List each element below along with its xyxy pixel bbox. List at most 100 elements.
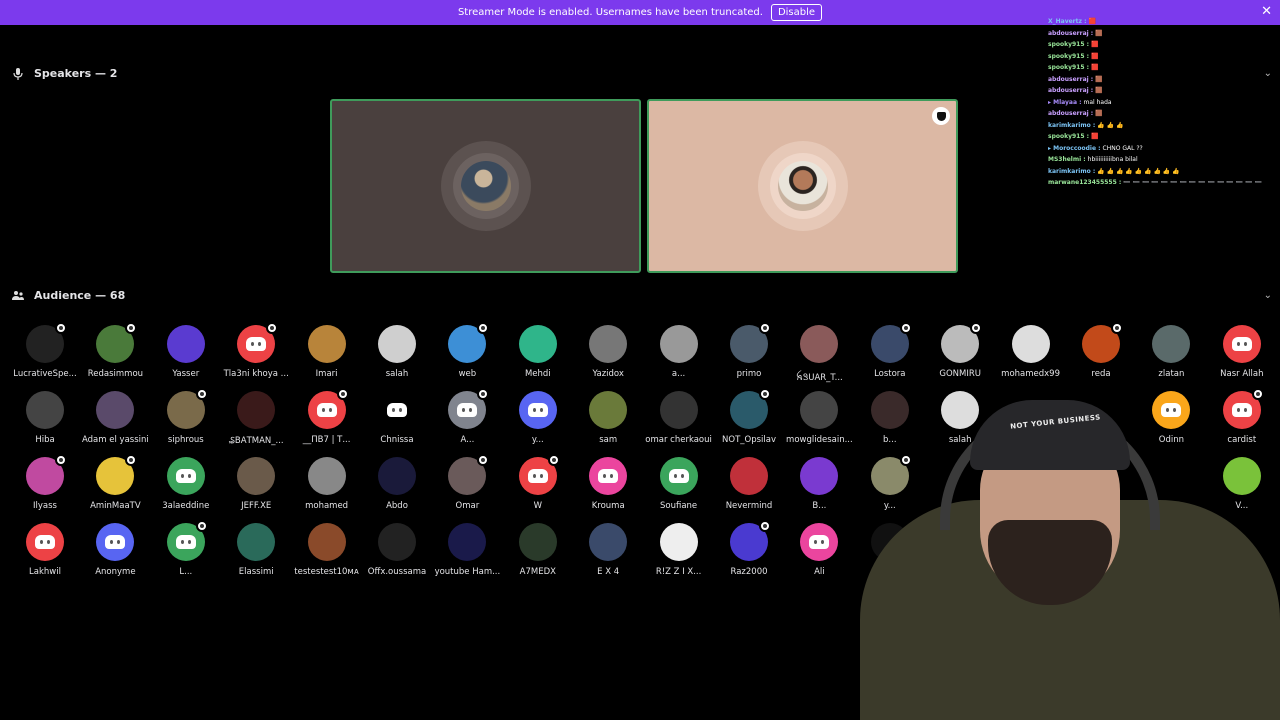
- audience-username: Ilyass: [33, 501, 57, 511]
- chevron-down-icon[interactable]: ⌄: [1264, 290, 1272, 301]
- audience-member[interactable]: W: [502, 454, 574, 511]
- audience-username: Ali: [814, 567, 825, 577]
- discord-logo-icon: [1231, 337, 1252, 351]
- audience-member[interactable]: A7MEDX: [502, 523, 574, 577]
- audience-member[interactable]: Redasimmou: [79, 322, 151, 379]
- audience-member[interactable]: sam: [572, 391, 644, 445]
- audience-username: L...: [179, 567, 193, 577]
- audience-member[interactable]: omar cherkaoui: [643, 391, 715, 445]
- audience-member[interactable]: web: [431, 322, 503, 379]
- avatar: [730, 457, 768, 495]
- audience-member[interactable]: A...: [431, 388, 503, 445]
- audience-member[interactable]: R!Z Z I X...: [643, 523, 715, 577]
- audience-username: salah: [385, 369, 409, 379]
- audience-member[interactable]: Nasr Allah: [1206, 325, 1278, 379]
- audience-member[interactable]: Hiba: [9, 391, 81, 445]
- audience-member[interactable]: ₷ΒΑΤΜΑΝ_...: [220, 391, 292, 446]
- audience-member[interactable]: Chnissa: [361, 391, 433, 445]
- speaking-ring: [757, 141, 848, 231]
- audience-member[interactable]: Anonyme: [79, 523, 151, 577]
- chat-text: 🟫: [1095, 29, 1103, 37]
- discord-logo-icon: [598, 469, 619, 483]
- discord-logo-icon: [387, 403, 407, 417]
- audience-member[interactable]: B...: [783, 457, 855, 511]
- audience-member[interactable]: Tla3ni khoya ...: [220, 322, 292, 379]
- audience-member[interactable]: y...: [502, 391, 574, 445]
- audience-username: Adam el yassini: [82, 435, 149, 445]
- audience-member[interactable]: Lakhwil: [9, 523, 81, 577]
- audience-member[interactable]: Ali: [783, 523, 855, 577]
- avatar: [96, 523, 135, 561]
- speakers-header[interactable]: Speakers — 2: [12, 67, 117, 80]
- audience-member[interactable]: L...: [150, 520, 222, 577]
- audience-member[interactable]: siphrous: [150, 388, 222, 445]
- speaker-tile[interactable]: [330, 99, 641, 273]
- audience-username: mowglidesain...: [786, 435, 853, 445]
- audience-username: Lakhwil: [29, 567, 61, 577]
- audience-username: Abdo: [386, 501, 408, 511]
- audience-member[interactable]: testestest10ᴍᴀ: [291, 523, 363, 577]
- avatar: [378, 457, 416, 495]
- audience-member[interactable]: AminMaaTV: [79, 454, 151, 511]
- avatar: [307, 523, 346, 561]
- disable-streamer-mode-button[interactable]: Disable: [770, 4, 823, 21]
- audience-member[interactable]: mowglidesain...: [783, 391, 855, 445]
- audience-username: W: [533, 501, 542, 511]
- audience-member[interactable]: Krouma: [572, 457, 644, 511]
- audience-member[interactable]: Raz2000: [713, 520, 785, 577]
- audience-member[interactable]: mohamedx99: [995, 325, 1067, 379]
- chat-message: X_Havertz : 🟥: [1048, 16, 1273, 28]
- audience-header[interactable]: Audience — 68: [12, 289, 125, 302]
- audience-member[interactable]: Lostora: [854, 322, 926, 379]
- audience-member[interactable]: youtube Ham...: [431, 523, 503, 577]
- audience-member[interactable]: mohamed: [291, 457, 363, 511]
- avatar: [448, 523, 487, 561]
- audience-member[interactable]: E X 4: [572, 523, 644, 577]
- audience-member[interactable]: GONMIRU: [924, 322, 996, 379]
- audience-member[interactable]: Soufiane: [643, 457, 715, 511]
- audience-member[interactable]: LucrativeSpe...: [9, 322, 81, 379]
- audience-member[interactable]: primo: [713, 322, 785, 379]
- chat-text: 🟥: [1091, 52, 1099, 60]
- audience-member[interactable]: Elassimi: [220, 523, 292, 577]
- audience-member[interactable]: ꫝᏕUAR_T...: [783, 325, 855, 387]
- chat-text: 🟥: [1091, 41, 1099, 48]
- audience-member[interactable]: __ΠΒ7 | Т...: [291, 388, 363, 445]
- audience-member[interactable]: salah: [361, 325, 433, 379]
- audience-member[interactable]: a...: [643, 325, 715, 379]
- audience-username: Nasr Allah: [1220, 369, 1264, 379]
- audience-member[interactable]: Abdo: [361, 457, 433, 511]
- chat-message: abdouserraj : 🟫: [1048, 74, 1273, 86]
- audience-member[interactable]: Nevermind: [713, 457, 785, 511]
- audience-member[interactable]: 3alaeddine: [150, 457, 222, 511]
- audience-member[interactable]: zlatan: [1135, 325, 1207, 379]
- audience-member[interactable]: Omar: [431, 454, 503, 511]
- audience-member[interactable]: Imari: [291, 325, 363, 379]
- audience-username: ₷ΒΑΤΜΑΝ_...: [228, 436, 284, 446]
- chat-message: spooky915 : 🟥: [1048, 39, 1273, 51]
- audience-username: mohamedx99: [1001, 369, 1060, 379]
- audience-username: primo: [736, 369, 762, 379]
- audience-member[interactable]: NOT_Opsilav: [713, 388, 785, 445]
- audience-member[interactable]: Offx.oussama: [361, 523, 433, 577]
- avatar: [730, 520, 771, 561]
- audience-username: zlatan: [1158, 369, 1185, 379]
- audience-member[interactable]: Adam el yassini: [79, 391, 151, 445]
- stream-chat-overlay: X_Havertz : 🟥 abdouserraj : 🟫 spooky915 : 🟥 sp…: [1048, 16, 1273, 189]
- muted-badge-icon: [195, 520, 208, 532]
- avatar: [941, 322, 983, 363]
- avatar: [26, 454, 67, 495]
- chat-username: spooky915 :: [1048, 52, 1090, 60]
- discord-logo-icon: [175, 535, 196, 549]
- audience-member[interactable]: reda: [1065, 322, 1137, 379]
- audience-member[interactable]: JEFF.XE: [220, 457, 292, 511]
- speaker-tile[interactable]: [647, 99, 958, 273]
- avatar: [96, 454, 138, 495]
- audience-username: Redasimmou: [87, 369, 144, 379]
- audience-member[interactable]: Yazidox: [572, 325, 644, 379]
- audience-member[interactable]: Mehdi: [502, 325, 574, 379]
- chat-text: CHNO GAL ??: [1102, 144, 1143, 152]
- audience-member[interactable]: Yasser: [150, 325, 222, 379]
- chat-text: 👍 👍 👍: [1097, 121, 1124, 129]
- audience-member[interactable]: Ilyass: [9, 454, 81, 511]
